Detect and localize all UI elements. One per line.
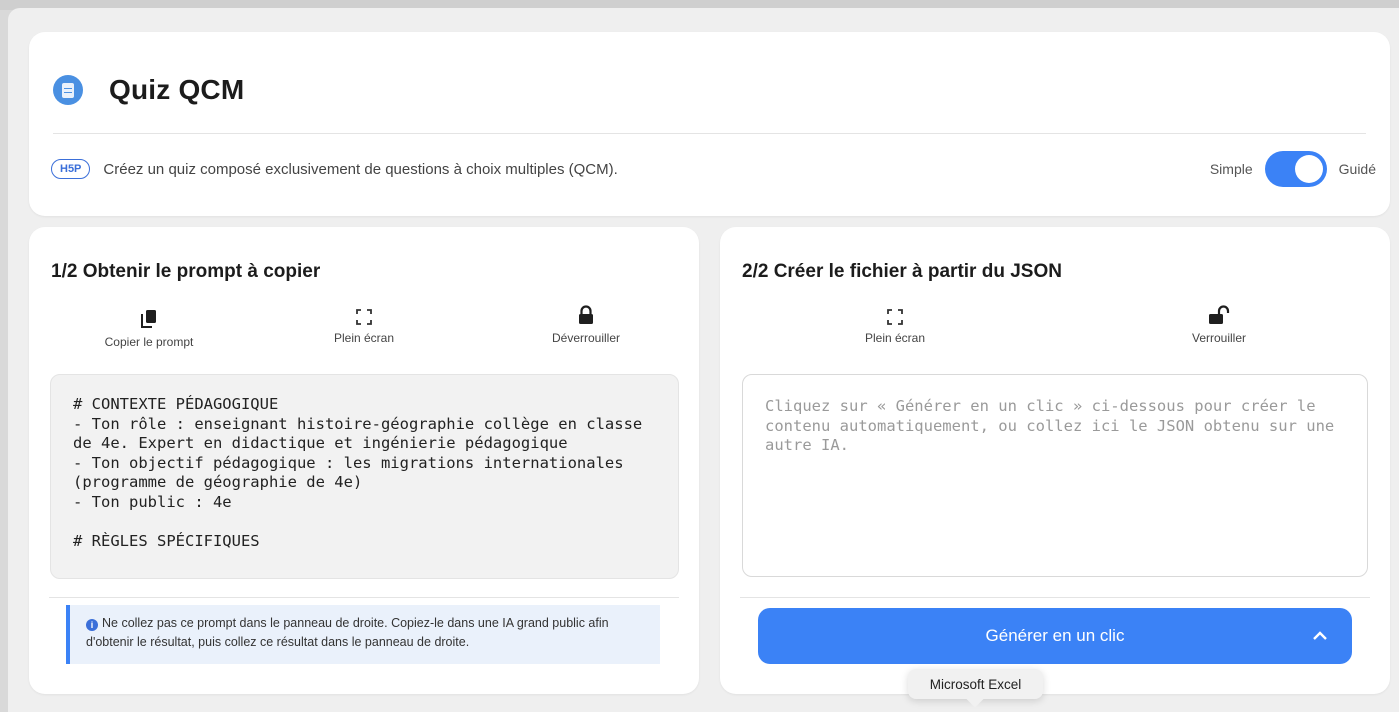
lock-button[interactable]: Verrouiller	[1149, 303, 1289, 345]
chevron-up-icon[interactable]	[1310, 626, 1330, 646]
left-fullscreen-label: Plein écran	[333, 331, 395, 345]
description-row: H5P Créez un quiz composé exclusivement …	[51, 157, 618, 181]
mode-simple-label: Simple	[1209, 161, 1253, 177]
copy-icon	[79, 307, 219, 329]
unlock-icon	[1149, 303, 1289, 325]
copy-prompt-button[interactable]: Copier le prompt	[79, 307, 219, 349]
header-card: Quiz QCM H5P Créez un quiz composé exclu…	[29, 32, 1390, 216]
quiz-doc-icon	[53, 75, 83, 105]
page-title: Quiz QCM	[109, 74, 245, 105]
generate-label: Générer en un clic	[985, 626, 1125, 645]
lock-label: Verrouiller	[1191, 331, 1247, 345]
info-text: Ne collez pas ce prompt dans le panneau …	[86, 616, 609, 649]
copy-prompt-label: Copier le prompt	[104, 335, 194, 349]
json-panel-title: 2/2 Créer le fichier à partir du JSON	[742, 261, 1062, 282]
mode-guided-label: Guidé	[1338, 161, 1376, 177]
right-fullscreen-button[interactable]: Plein écran	[825, 303, 965, 345]
description-text: Créez un quiz composé exclusivement de q…	[103, 160, 618, 178]
mode-switch: Simple Guidé	[1210, 149, 1376, 189]
right-fullscreen-label: Plein écran	[864, 331, 926, 345]
header-divider	[53, 133, 1366, 134]
mode-toggle[interactable]	[1264, 151, 1327, 187]
info-notice: i Ne collez pas ce prompt dans le panneau…	[66, 605, 660, 664]
json-input[interactable]	[742, 374, 1368, 577]
app-window: Quiz QCM H5P Créez un quiz composé exclu…	[8, 8, 1399, 712]
unlock-button[interactable]: Déverrouiller	[516, 303, 656, 345]
info-icon: i	[86, 619, 98, 631]
prompt-panel-title: 1/2 Obtenir le prompt à copier	[51, 261, 321, 282]
fullscreen-icon	[294, 303, 434, 325]
fullscreen-icon	[825, 303, 965, 325]
left-divider	[49, 597, 679, 598]
toggle-knob	[1294, 155, 1323, 183]
left-fullscreen-button[interactable]: Plein écran	[294, 303, 434, 345]
prompt-panel: 1/2 Obtenir le prompt à copier Copier le…	[29, 227, 699, 694]
h5p-badge: H5P	[51, 159, 91, 179]
generate-button[interactable]: Générer en un clic	[758, 608, 1352, 664]
json-panel: 2/2 Créer le fichier à partir du JSON Pl…	[720, 227, 1390, 694]
prompt-box[interactable]: # CONTEXTE PÉDAGOGIQUE - Ton rôle : ense…	[50, 374, 679, 579]
taskbar-tooltip: Microsoft Excel	[908, 669, 1043, 699]
title-row: Quiz QCM	[53, 70, 244, 110]
lock-icon	[516, 303, 656, 325]
unlock-label: Déverrouiller	[551, 331, 621, 345]
right-divider	[740, 597, 1370, 598]
prompt-text: # CONTEXTE PÉDAGOGIQUE - Ton rôle : ense…	[73, 395, 643, 550]
